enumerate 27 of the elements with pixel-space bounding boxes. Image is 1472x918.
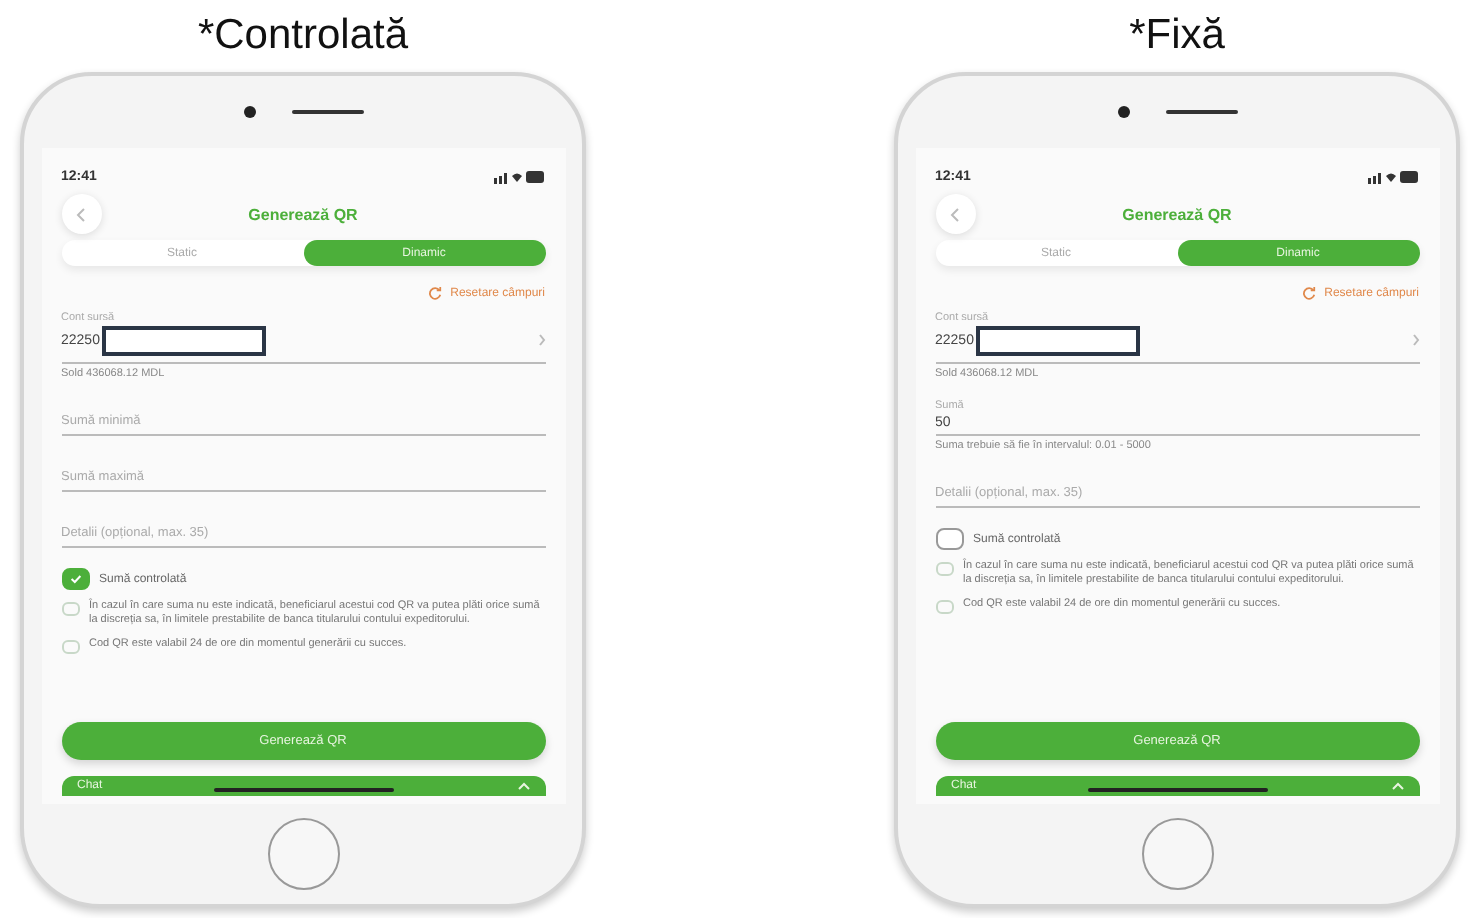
checkbox[interactable] [935,528,963,550]
check-icon [69,574,81,584]
status-icons [493,169,545,183]
info-icon [935,600,953,614]
info-icon [61,602,79,616]
chevron-up-icon [1391,782,1403,790]
info-icon [935,562,953,576]
camera-icon [1117,106,1129,118]
status-icons [1367,169,1419,183]
caption: *Controlată [197,12,409,62]
back-icon [76,207,86,221]
refresh-icon [1302,286,1317,300]
screen-title: Generează QR [1120,205,1234,223]
back-icon [950,207,960,221]
refresh-icon [428,286,443,300]
info-icon [61,640,79,654]
back-button[interactable] [61,194,101,234]
caption: *Fixă [1129,12,1225,62]
back-button[interactable] [935,194,975,234]
screen-title: Generează QR [246,205,360,223]
camera-icon [243,106,255,118]
checkbox[interactable] [61,568,89,590]
chevron-up-icon [517,782,529,790]
chevron-right-icon [537,333,545,345]
home-button[interactable] [267,818,339,890]
chevron-right-icon [1411,333,1419,345]
home-button[interactable] [1141,818,1213,890]
